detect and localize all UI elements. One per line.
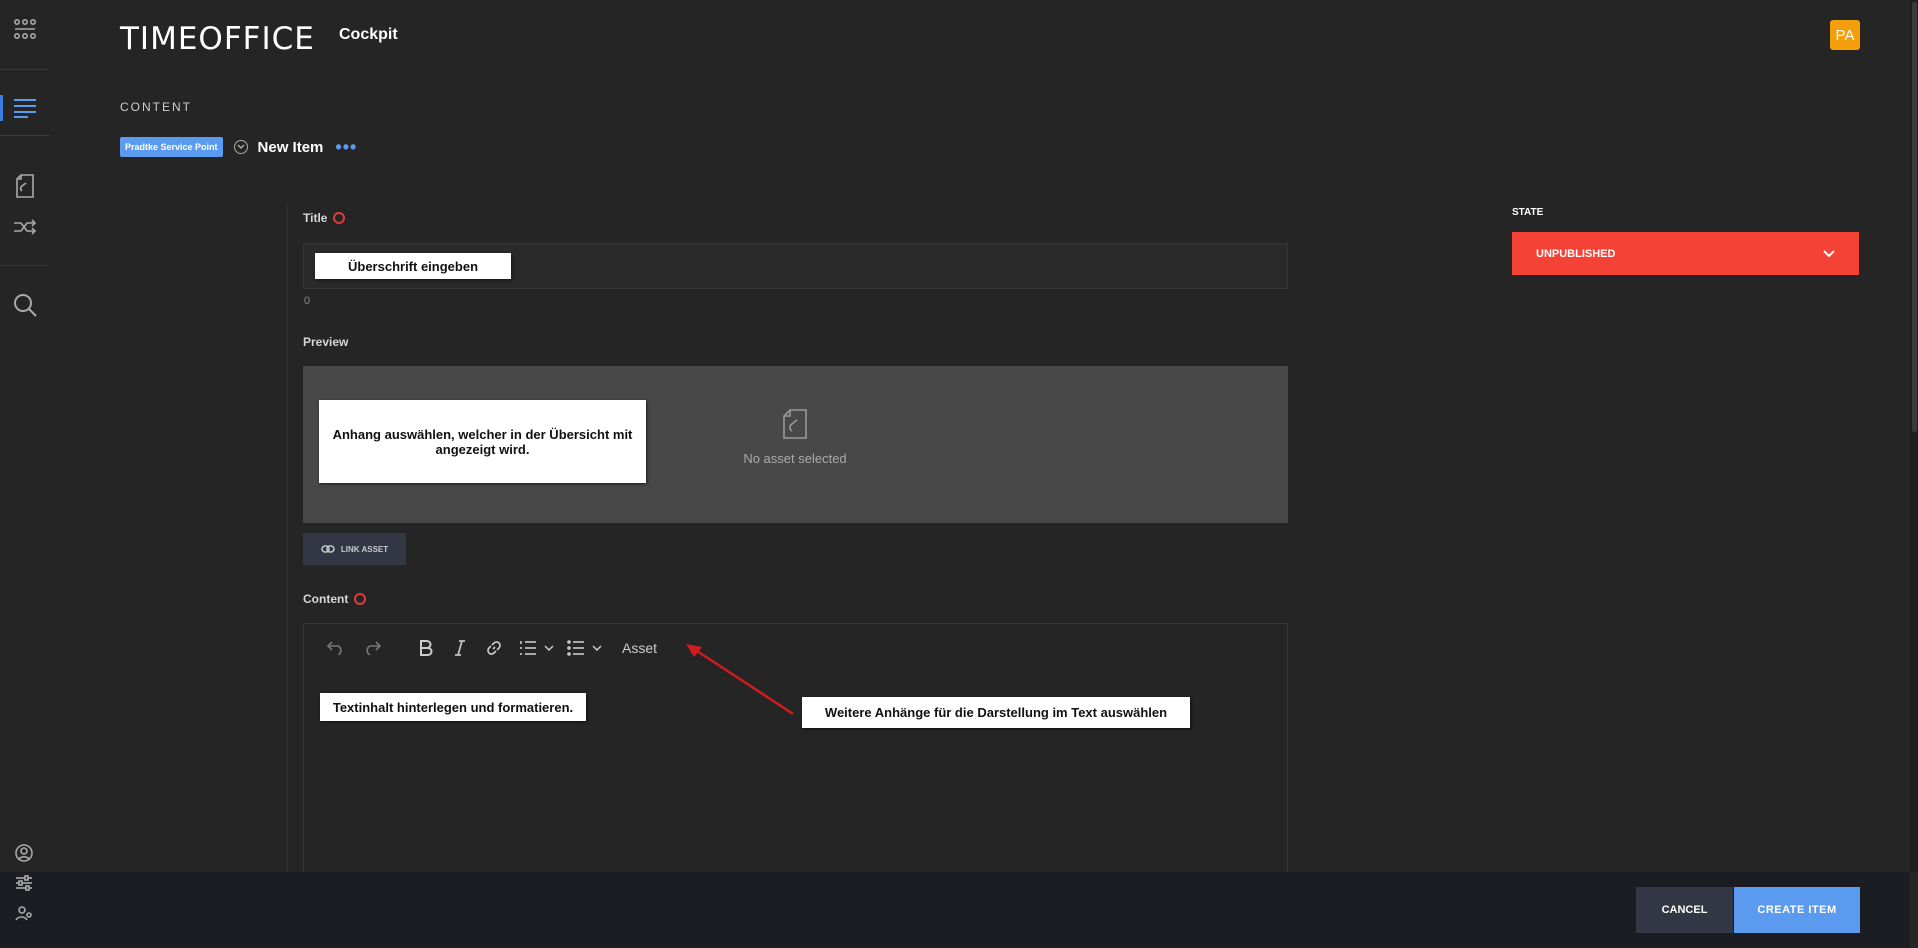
asset-hint-callout: Weitere Anhänge für die Darstellung im T… [802,697,1190,728]
chevron-down-icon [1823,249,1835,257]
form-rail [287,205,288,872]
user-avatar[interactable]: PA [1830,20,1860,50]
user-settings-icon[interactable] [14,903,34,923]
title-hint-callout: Überschrift eingeben [315,253,511,279]
active-indicator [0,95,3,121]
asset-file-icon [783,409,807,439]
state-select[interactable]: UNPUBLISHED [1512,232,1859,275]
preview-hint-callout: Anhang auswählen, welcher in der Übersic… [319,400,646,483]
ordered-list-icon[interactable] [514,634,542,662]
undo-icon[interactable] [322,634,350,662]
chevron-down-icon[interactable] [542,634,556,662]
bottom-action-bar [0,872,1910,948]
create-item-button[interactable]: CREATE ITEM [1734,887,1860,933]
breadcrumb: Pradtke Service Point New Item ••• [120,137,357,157]
search-icon[interactable] [12,292,38,318]
content-hint-callout: Textinhalt hinterlegen und formatieren. [320,693,586,721]
no-asset-placeholder: No asset selected [700,408,890,466]
chevron-down-icon[interactable] [590,634,604,662]
state-label: STATE [1512,207,1544,218]
app-logo[interactable]: TIMEOFFICE [120,21,315,57]
link-asset-label: LINK ASSET [340,544,389,554]
required-icon [354,593,367,605]
content-list-icon[interactable] [12,95,38,121]
link-asset-button[interactable]: LINK ASSET [303,533,406,565]
sidebar-divider [0,265,49,266]
no-asset-text: No asset selected [743,451,847,466]
redo-icon[interactable] [358,634,386,662]
settings-sliders-icon[interactable] [14,873,34,893]
link-icon [321,545,335,553]
scrollbar-thumb[interactable] [1912,2,1917,432]
title-char-count: 0 [304,295,311,307]
bullet-list-icon[interactable] [562,634,590,662]
asset-file-icon[interactable] [12,173,38,199]
state-value: UNPUBLISHED [1536,247,1616,260]
preview-label-text: Preview [303,335,349,349]
sidebar-divider [0,69,49,70]
bold-icon[interactable] [412,634,440,662]
italic-icon[interactable] [446,634,474,662]
sidebar-divider [0,135,49,136]
link-icon[interactable] [480,634,508,662]
cancel-button[interactable]: CANCEL [1636,887,1733,933]
sync-arrows-icon[interactable] [12,214,38,240]
components-icon[interactable] [12,16,38,42]
content-field-label: Content [303,592,367,606]
title-label-text: Title [303,211,328,225]
required-icon [333,212,346,224]
page-title: New Item [257,138,324,156]
insert-asset-button[interactable]: Asset [622,640,657,656]
collection-badge[interactable]: Pradtke Service Point [120,137,223,157]
chevron-down-icon[interactable] [233,140,248,154]
left-sidebar [0,0,49,872]
user-account-icon[interactable] [14,843,34,863]
editor-toolbar: Asset [322,634,657,662]
app-name: Cockpit [339,26,398,43]
more-options-icon[interactable]: ••• [335,138,357,156]
section-title: CONTENT [120,100,192,114]
preview-field-label: Preview [303,335,348,349]
content-label-text: Content [303,592,349,606]
annotation-arrow-icon [686,644,794,716]
title-field-label: Title [303,211,346,225]
